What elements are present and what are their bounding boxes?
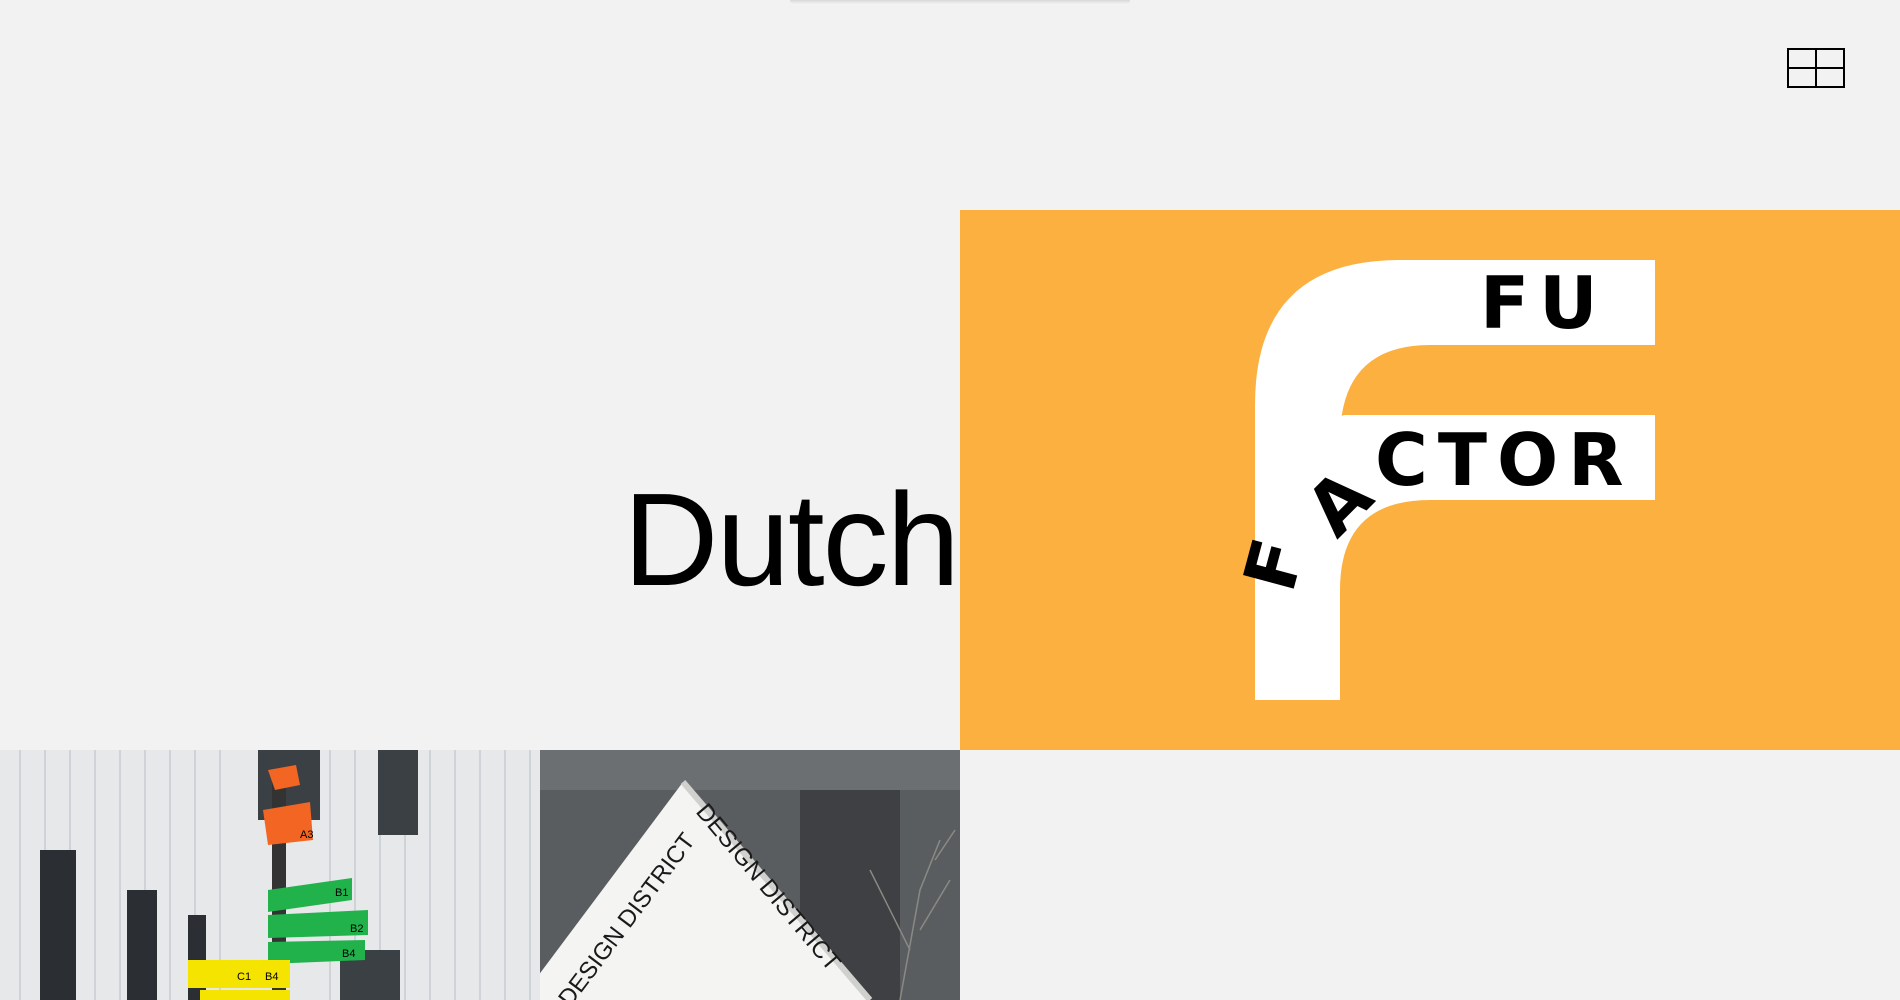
sign-label-b4-yellow: B4 — [265, 971, 278, 983]
wayfinding-signpost-photo: A3 B1 B2 B4 C1 B4 — [0, 750, 540, 1000]
project-thumbnail-signpost[interactable]: A3 B1 B2 B4 C1 B4 — [0, 750, 540, 1000]
logo-text-ctor: CTOR — [1375, 418, 1634, 502]
sign-label-b4: B4 — [342, 948, 355, 960]
project-title: Dutch — [623, 466, 960, 613]
top-edge-shadow — [790, 0, 1130, 4]
grid-menu-button[interactable] — [1787, 48, 1845, 88]
sign-label-c1: C1 — [237, 971, 251, 983]
future-factor-logo: FU CTOR A F — [1227, 260, 1655, 700]
sign-label-a3: A3 — [300, 829, 313, 841]
project-thumbnail-design-district[interactable]: DESIGN DISTRICT DESIGN DISTRICT — [540, 750, 960, 1000]
grid-menu-icon — [1787, 48, 1845, 88]
hero-image-future-factor[interactable]: FU CTOR A F — [960, 210, 1900, 750]
sign-label-b1: B1 — [335, 887, 348, 899]
design-district-sign-photo: DESIGN DISTRICT DESIGN DISTRICT — [540, 750, 960, 1000]
logo-text-fu: FU — [1480, 261, 1608, 345]
sign-label-b2: B2 — [350, 923, 363, 935]
